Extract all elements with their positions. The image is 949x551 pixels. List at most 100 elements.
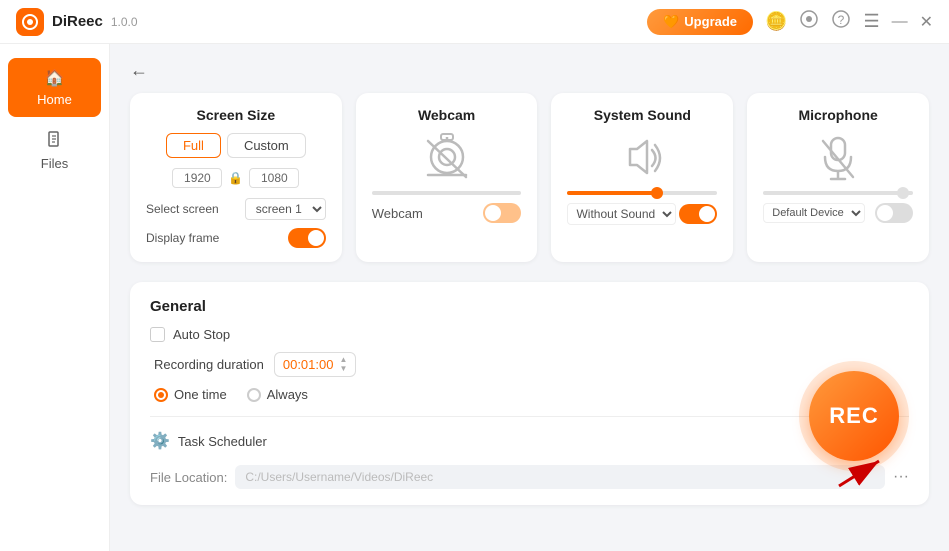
display-frame-toggle[interactable] bbox=[288, 228, 326, 248]
mic-slider-row bbox=[763, 191, 913, 195]
duration-spinners: ▲ ▼ bbox=[339, 356, 347, 373]
sound-mode-select[interactable]: Without Sound bbox=[567, 203, 676, 225]
webcam-icon-area bbox=[372, 133, 522, 183]
cards-row: Screen Size Full Custom 🔒 Select screen … bbox=[130, 93, 929, 262]
sound-select-wrapper: Without Sound bbox=[567, 203, 676, 225]
always-option[interactable]: Always bbox=[247, 387, 308, 402]
size-toggle: Full Custom bbox=[146, 133, 326, 158]
resolution-row: 🔒 bbox=[146, 168, 326, 188]
titlebar: DiReec 1.0.0 🧡 Upgrade 🪙 ? ☰ — ✕ bbox=[0, 0, 949, 44]
duration-input-wrapper: 00:01:00 ▲ ▼ bbox=[274, 352, 357, 377]
full-size-button[interactable]: Full bbox=[166, 133, 221, 158]
sound-bottom: Without Sound bbox=[567, 203, 717, 225]
sound-slider-row bbox=[567, 191, 717, 195]
coin-icon[interactable]: 🪙 bbox=[765, 11, 787, 32]
rec-label[interactable]: REC bbox=[829, 403, 878, 429]
microphone-title: Microphone bbox=[763, 107, 913, 123]
rec-arrow bbox=[829, 456, 889, 501]
repeat-row: One time Always bbox=[150, 387, 909, 402]
microphone-icon bbox=[811, 133, 865, 183]
main-layout: 🏠 Home Files ← Screen Size bbox=[0, 44, 949, 551]
auto-stop-checkbox[interactable] bbox=[150, 327, 165, 342]
display-frame-label: Display frame bbox=[146, 231, 219, 245]
svg-text:?: ? bbox=[838, 13, 845, 27]
mic-toggle[interactable] bbox=[875, 203, 913, 223]
duration-down-icon[interactable]: ▼ bbox=[339, 365, 347, 373]
one-time-radio[interactable] bbox=[154, 388, 168, 402]
titlebar-right: 🧡 Upgrade 🪙 ? ☰ — ✕ bbox=[647, 9, 933, 35]
system-sound-title: System Sound bbox=[567, 107, 717, 123]
always-label: Always bbox=[267, 387, 308, 402]
duration-row: Recording duration 00:01:00 ▲ ▼ bbox=[150, 352, 909, 377]
sound-slider-track[interactable] bbox=[567, 191, 717, 195]
minimize-button[interactable]: — bbox=[892, 13, 908, 31]
mic-icon-area bbox=[763, 133, 913, 183]
file-path: C:/Users/Username/Videos/DiReec bbox=[235, 465, 885, 489]
task-scheduler-label: Task Scheduler bbox=[178, 434, 267, 449]
one-time-option[interactable]: One time bbox=[154, 387, 227, 402]
always-radio[interactable] bbox=[247, 388, 261, 402]
webcam-icon bbox=[420, 133, 474, 183]
select-screen-label: Select screen bbox=[146, 202, 219, 216]
system-sound-card: System Sound bbox=[551, 93, 733, 262]
rec-outer-ring: REC bbox=[799, 361, 909, 471]
upgrade-button[interactable]: 🧡 Upgrade bbox=[647, 9, 753, 35]
webcam-slider-track[interactable] bbox=[372, 191, 522, 195]
display-frame-row: Display frame bbox=[146, 228, 326, 248]
content: ← Screen Size Full Custom 🔒 bbox=[110, 44, 949, 551]
screen-size-card: Screen Size Full Custom 🔒 Select screen … bbox=[130, 93, 342, 262]
help-icon[interactable]: ? bbox=[831, 9, 851, 34]
mic-slider-track[interactable] bbox=[763, 191, 913, 195]
webcam-card: Webcam bbox=[356, 93, 538, 262]
sidebar: 🏠 Home Files bbox=[0, 44, 110, 551]
lock-icon: 🔒 bbox=[228, 171, 243, 185]
menu-icon[interactable]: ☰ bbox=[863, 11, 879, 32]
sidebar-item-files-label: Files bbox=[41, 156, 68, 171]
microphone-card: Microphone bbox=[747, 93, 929, 262]
select-screen-row: Select screen screen 1 bbox=[146, 198, 326, 220]
file-location-row: File Location: C:/Users/Username/Videos/… bbox=[150, 465, 909, 489]
sound-icon-area bbox=[567, 133, 717, 183]
rec-button[interactable]: REC bbox=[809, 371, 899, 461]
mic-bottom: Default Device bbox=[763, 203, 913, 223]
auto-stop-label: Auto Stop bbox=[173, 327, 230, 342]
app-name: DiReec bbox=[52, 13, 103, 30]
one-time-label: One time bbox=[174, 387, 227, 402]
auto-stop-row: Auto Stop bbox=[150, 327, 909, 342]
gear-icon: ⚙️ bbox=[150, 431, 170, 451]
task-scheduler-row[interactable]: ⚙️ Task Scheduler bbox=[150, 431, 909, 451]
general-title: General bbox=[150, 298, 909, 315]
webcam-slider-row bbox=[372, 191, 522, 195]
height-input[interactable] bbox=[249, 168, 299, 188]
width-input[interactable] bbox=[172, 168, 222, 188]
heart-icon: 🧡 bbox=[663, 14, 679, 30]
webcam-bottom: Webcam bbox=[372, 203, 522, 223]
task-divider: ⚙️ Task Scheduler bbox=[150, 416, 909, 451]
home-icon: 🏠 bbox=[45, 68, 65, 88]
rec-button-container: REC bbox=[799, 361, 909, 471]
recording-duration-label: Recording duration bbox=[154, 357, 264, 372]
duration-value[interactable]: 00:01:00 bbox=[283, 357, 334, 372]
webcam-label: Webcam bbox=[372, 206, 423, 221]
custom-size-button[interactable]: Custom bbox=[227, 133, 306, 158]
sound-icon bbox=[615, 133, 669, 183]
app-version: 1.0.0 bbox=[111, 15, 138, 29]
sound-toggle[interactable] bbox=[679, 204, 717, 224]
sidebar-item-home[interactable]: 🏠 Home bbox=[8, 58, 101, 117]
content-wrapper: ← Screen Size Full Custom 🔒 bbox=[110, 44, 949, 551]
mic-device-select[interactable]: Default Device bbox=[763, 203, 865, 223]
sidebar-item-files[interactable]: Files bbox=[8, 121, 101, 181]
titlebar-left: DiReec 1.0.0 bbox=[16, 8, 138, 36]
record-circle-icon[interactable] bbox=[799, 9, 819, 34]
screen-select[interactable]: screen 1 bbox=[245, 198, 326, 220]
webcam-toggle[interactable] bbox=[483, 203, 521, 223]
sidebar-item-home-label: Home bbox=[37, 92, 72, 107]
back-button[interactable]: ← bbox=[130, 60, 148, 81]
duration-up-icon[interactable]: ▲ bbox=[339, 356, 347, 364]
webcam-title: Webcam bbox=[372, 107, 522, 123]
screen-size-title: Screen Size bbox=[146, 107, 326, 123]
files-icon bbox=[47, 131, 63, 152]
app-logo bbox=[16, 8, 44, 36]
file-location-label: File Location: bbox=[150, 470, 227, 485]
close-button[interactable]: ✕ bbox=[920, 12, 933, 32]
